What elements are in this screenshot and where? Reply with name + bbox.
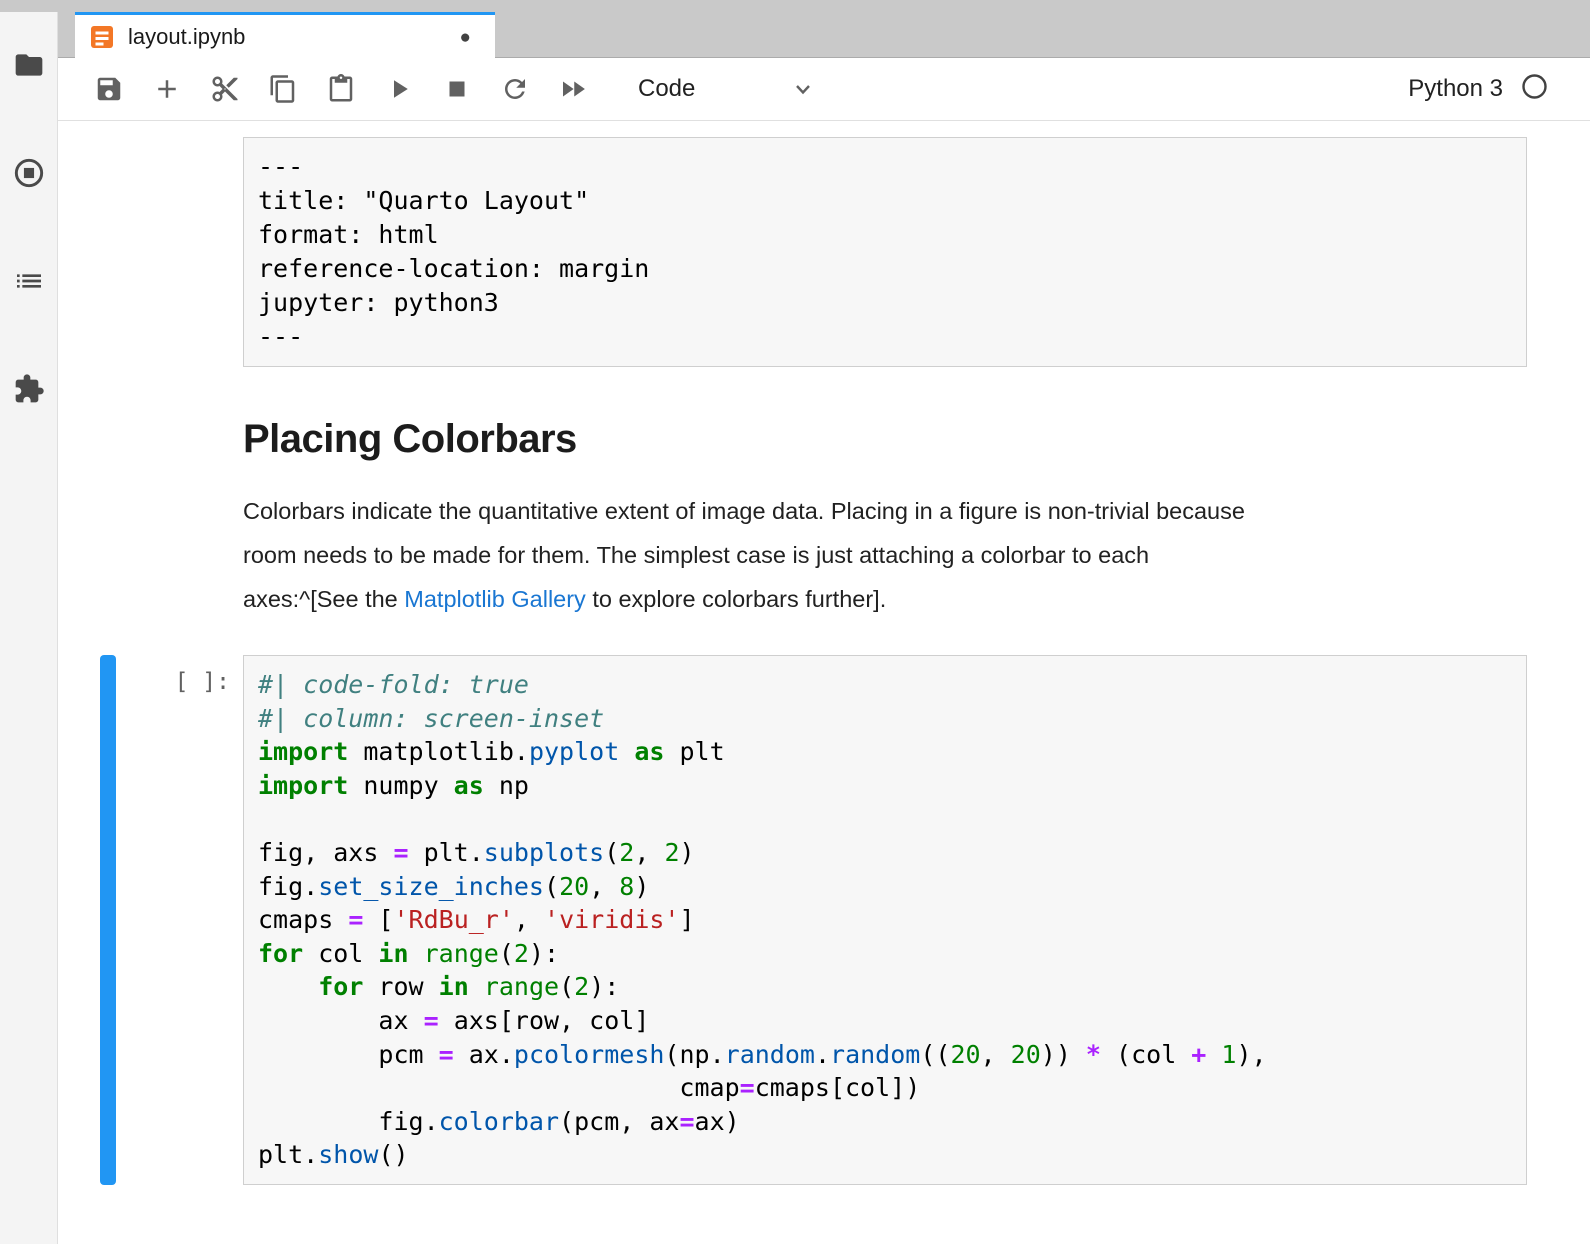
code-line [258, 802, 1512, 836]
raw-line: --- [258, 150, 1512, 184]
notebook-icon [89, 24, 115, 50]
code-cell-editor[interactable]: #| code-fold: true#| column: screen-inse… [243, 655, 1527, 1185]
cell-type-dropdown[interactable]: Code [638, 75, 816, 103]
notebook-content: ---title: "Quarto Layout"format: htmlref… [59, 121, 1590, 1244]
code-line: #| code-fold: true [258, 668, 1512, 702]
raw-line: title: "Quarto Layout" [258, 184, 1512, 218]
markdown-paragraph: Colorbars indicate the quantitative exte… [243, 489, 1527, 621]
code-line: for col in range(2): [258, 937, 1512, 971]
stop-circle-icon [13, 157, 45, 189]
code-line: plt.show() [258, 1138, 1512, 1172]
restart-kernel-button[interactable] [500, 74, 530, 104]
code-line: fig.colorbar(pcm, ax=ax) [258, 1105, 1512, 1139]
tab-layout-ipynb[interactable]: layout.ipynb ● [75, 12, 495, 59]
clipboard-icon [326, 74, 356, 104]
code-line: ax = axs[row, col] [258, 1004, 1512, 1038]
interrupt-kernel-button[interactable] [442, 74, 472, 104]
markdown-cell: Placing Colorbars Colorbars indicate the… [243, 415, 1527, 621]
copy-icon [268, 74, 298, 104]
notebook-toolbar: Code Python 3 [58, 58, 1590, 121]
save-button[interactable] [94, 74, 124, 104]
run-cell-button[interactable] [384, 74, 414, 104]
paragraph-text: to explore colorbars further]. [586, 586, 886, 612]
left-sidebar [0, 12, 58, 1244]
kernel-indicator: Python 3 [1408, 73, 1590, 105]
save-icon [94, 74, 124, 104]
raw-line: reference-location: margin [258, 252, 1512, 286]
code-line: import numpy as np [258, 769, 1512, 803]
sidebar-item-running-sessions[interactable] [12, 156, 46, 190]
kernel-idle-circle-icon [1521, 73, 1548, 100]
raw-line: jupyter: python3 [258, 286, 1512, 320]
insert-cell-button[interactable] [152, 74, 182, 104]
sidebar-item-file-browser[interactable] [12, 48, 46, 82]
folder-icon [13, 49, 45, 81]
raw-line: format: html [258, 218, 1512, 252]
code-line: pcm = ax.pcolormesh(np.random.random((20… [258, 1038, 1512, 1072]
restart-run-all-button[interactable] [558, 74, 588, 104]
stop-icon [442, 74, 472, 104]
cut-cells-button[interactable] [210, 74, 240, 104]
code-line: #| column: screen-inset [258, 702, 1512, 736]
tab-title: layout.ipynb [128, 24, 245, 50]
copy-cells-button[interactable] [268, 74, 298, 104]
window-top-strip [0, 0, 58, 12]
fast-forward-icon [558, 74, 588, 104]
markdown-heading: Placing Colorbars [243, 415, 1527, 463]
matplotlib-gallery-link[interactable]: Matplotlib Gallery [404, 586, 586, 612]
code-line: fig.set_size_inches(20, 8) [258, 870, 1512, 904]
sidebar-item-extensions[interactable] [12, 372, 46, 406]
paste-cells-button[interactable] [326, 74, 356, 104]
raw-cell: ---title: "Quarto Layout"format: htmlref… [243, 137, 1590, 367]
paragraph-text: axes:^[See the [243, 586, 404, 612]
modified-indicator[interactable]: ● [460, 28, 471, 47]
code-line: for row in range(2): [258, 970, 1512, 1004]
kernel-status[interactable] [1521, 73, 1548, 105]
refresh-icon [500, 74, 530, 104]
paragraph-line: Colorbars indicate the quantitative exte… [243, 489, 1527, 533]
cell-type-value: Code [638, 75, 695, 103]
cell-input-prompt: [ ]: [116, 655, 230, 1185]
paragraph-line: axes:^[See the Matplotlib Gallery to exp… [243, 577, 1527, 621]
play-icon [384, 74, 414, 104]
code-line: cmaps = ['RdBu_r', 'viridis'] [258, 903, 1512, 937]
sidebar-item-table-of-contents[interactable] [12, 264, 46, 298]
scissors-icon [210, 74, 240, 104]
kernel-name[interactable]: Python 3 [1408, 75, 1503, 103]
list-icon [13, 265, 45, 297]
chevron-down-icon [790, 76, 816, 102]
puzzle-icon [13, 373, 45, 405]
code-cell: [ ]: #| code-fold: true#| column: screen… [59, 655, 1590, 1185]
paragraph-line: room needs to be made for them. The simp… [243, 533, 1527, 577]
raw-cell-editor[interactable]: ---title: "Quarto Layout"format: htmlref… [243, 137, 1527, 367]
plus-icon [152, 74, 182, 104]
code-line: import matplotlib.pyplot as plt [258, 735, 1512, 769]
cell-collapser[interactable] [100, 655, 116, 1185]
code-line: cmap=cmaps[col]) [258, 1071, 1512, 1105]
raw-line: --- [258, 320, 1512, 354]
code-line: fig, axs = plt.subplots(2, 2) [258, 836, 1512, 870]
tab-bar: layout.ipynb ● [58, 0, 1590, 58]
